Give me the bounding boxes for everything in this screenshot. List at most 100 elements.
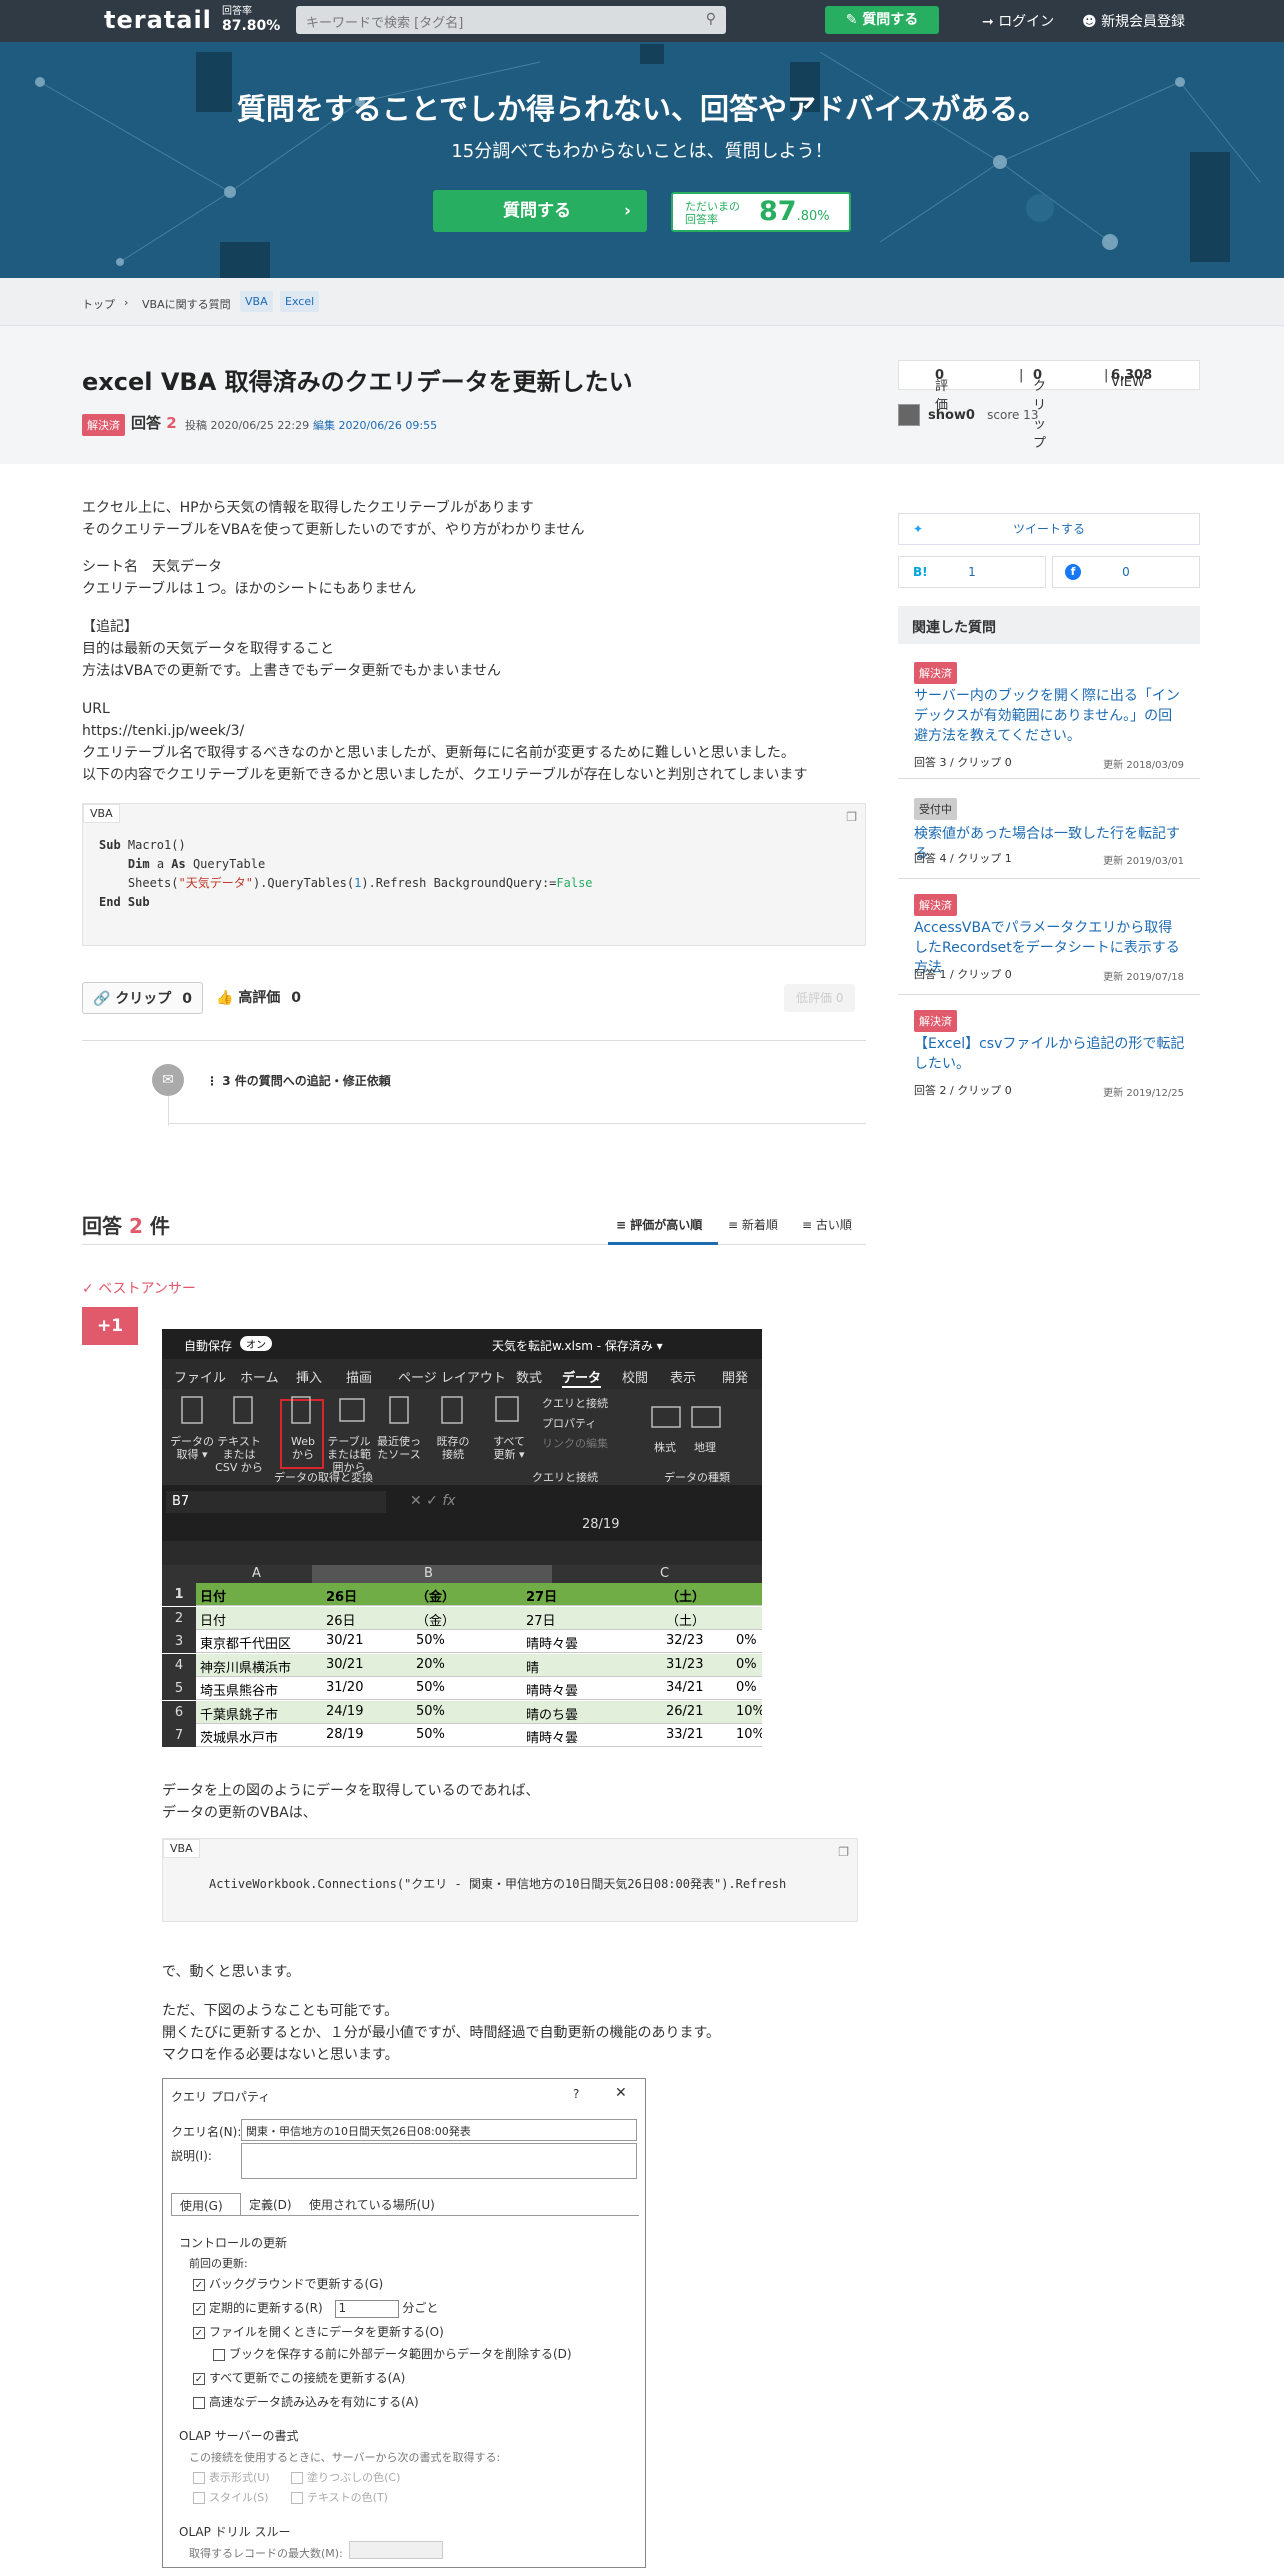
copy-icon[interactable]: ❐ — [846, 810, 857, 824]
row-header: 2 — [162, 1606, 196, 1630]
excel-cell: 0% — [736, 1656, 757, 1672]
close-icon[interactable]: ✕ — [615, 2085, 627, 2101]
downvote-button[interactable]: 低評価 0 — [784, 984, 856, 1012]
tweet-button[interactable]: ✦ ツイートする — [898, 513, 1200, 545]
vote-score[interactable]: +1 — [82, 1307, 138, 1345]
breadcrumb-top[interactable]: トップ — [82, 296, 115, 312]
related-question[interactable]: 受付中 検索値があった場合は一致した行を転記する 回答 4 / クリップ 1 更… — [898, 790, 1200, 870]
site-logo[interactable]: teratail — [104, 6, 212, 34]
edit-icon: ✎ — [845, 12, 858, 28]
hero-ask-button[interactable]: 質問する › — [433, 190, 647, 232]
excel-cell: （土） — [666, 1613, 706, 1629]
excel-cell: 50% — [416, 1633, 445, 1648]
search-icon[interactable]: ⚲ — [706, 11, 716, 27]
ask-question-button[interactable]: ✎ 質問する — [825, 6, 939, 34]
breadcrumb: トップ › VBAに関する質問 VBA Excel — [0, 278, 1284, 326]
sort-active-indicator — [608, 1242, 718, 1245]
excel-cell: 26日 — [326, 1613, 356, 1629]
related-question[interactable]: 解決済 AccessVBAでパラメータクエリから取得したRecordsetをデー… — [898, 888, 1200, 984]
question-body-line: URL — [82, 701, 110, 717]
refresh-on-open-checkbox[interactable]: ✓ ファイルを開くときにデータを更新する(O) — [193, 2323, 444, 2340]
login-icon: ➞ — [982, 14, 994, 30]
edited-date[interactable]: · 編集 2020/06/26 09:55 — [306, 417, 437, 433]
excel-cell: 27日 — [526, 1613, 556, 1629]
question-body-line: 以下の内容でクエリテーブルを更新できるかと思いましたが、クエリテーブルが存在しな… — [82, 767, 808, 783]
excel-cell: 茨城県水戸市 — [200, 1731, 279, 1746]
row-header: 6 — [162, 1700, 196, 1724]
description-field[interactable] — [241, 2143, 637, 2179]
row-header: 4 — [162, 1653, 196, 1677]
excel-cell: 26日 — [326, 1590, 358, 1605]
excel-cell: 晴 — [526, 1660, 540, 1676]
excel-screenshot: 自動保存 オン 天気を転記w.xlsm - 保存済み ▾ ファイル ホーム 挿入… — [162, 1329, 762, 1749]
tag-vba[interactable]: VBA — [240, 291, 273, 312]
question-code-block: VBA ❐ Sub Macro1() Dim a As QueryTable S… — [82, 803, 866, 946]
excel-cell: 晴時々曇 — [526, 1684, 579, 1699]
excel-cell: （土） — [666, 1590, 706, 1605]
excel-cell: 50% — [416, 1680, 445, 1695]
breadcrumb-separator: › — [124, 296, 129, 309]
related-question[interactable]: 解決済 サーバー内のブックを開く際に出る「インデックスが有効範囲にありません。」… — [898, 656, 1200, 774]
sort-by-oldest[interactable]: ≡ 古い順 — [802, 1216, 852, 1233]
tag-excel[interactable]: Excel — [280, 291, 320, 312]
excel-cell: 千葉県銚子市 — [200, 1707, 279, 1723]
twitter-icon: ✦ — [913, 522, 924, 536]
comment-icon: ✉ — [152, 1064, 184, 1096]
question-url[interactable]: https://tenki.jp/week/3/ — [82, 720, 244, 742]
login-link[interactable]: ➞ ログイン — [982, 11, 1054, 31]
user-avatar[interactable] — [898, 404, 920, 426]
query-properties-dialog: クエリ プロパティ ? ✕ クエリ名(N): 関東・甲信地方の10日間天気26日… — [162, 2078, 646, 2568]
excel-cell: 50% — [416, 1703, 445, 1719]
answer-text-line: 開くたびに更新するとか、１分が最小値ですが、時間経過で自動更新の機能のあります。 — [162, 2025, 721, 2041]
interval-stepper[interactable]: 1 — [334, 2299, 399, 2318]
hatena-button[interactable]: B! 1 — [898, 556, 1046, 588]
user-name[interactable]: show0 score 13 — [928, 408, 1038, 423]
tab-usage[interactable]: 使用(G) — [171, 2193, 241, 2215]
question-body-line: シート名 天気データ — [82, 559, 222, 575]
related-questions-title: 関連した質問 — [898, 606, 1200, 644]
copy-icon[interactable]: ❐ — [838, 1845, 849, 1859]
remove-data-checkbox[interactable]: ブックを保存する前に外部データ範囲からデータを削除する(D) — [213, 2345, 572, 2362]
tab-used-in[interactable]: 使用されている場所(U) — [309, 2196, 435, 2213]
search-input[interactable]: キーワードで検索 [タグ名] ⚲ — [296, 6, 726, 34]
code-language-label: VBA — [83, 804, 120, 823]
excel-cell: 33/21 — [666, 1727, 704, 1742]
question-body-line: エクセル上に、HPから天気の情報を取得したクエリテーブルがあります — [82, 500, 534, 516]
query-name-field[interactable]: 関東・甲信地方の10日間天気26日08:00発表 — [241, 2119, 637, 2141]
refresh-all-checkbox[interactable]: ✓ すべて更新でこの接続を更新する(A) — [193, 2369, 405, 2386]
excel-cell: 晴時々曇 — [526, 1637, 579, 1652]
excel-cell: 32/23 — [666, 1633, 704, 1648]
posted-date: 投稿 2020/06/25 22:29 — [185, 419, 310, 432]
hero-subtitle: 15分調べてもわからないことは、質問しよう！ — [451, 141, 833, 162]
excel-row: 1 日付 26日 （金） 27日 （土） — [162, 1583, 762, 1606]
tab-definition[interactable]: 定義(D) — [249, 2196, 292, 2213]
question-body-line: クエリテーブル名で取得するべきなのかと思いましたが、更新毎にに名前が変更するため… — [82, 745, 795, 761]
fast-load-checkbox[interactable]: 高速なデータ読み込みを有効にする(A) — [193, 2393, 419, 2410]
signup-link[interactable]: ☻ 新規会員登録 — [1082, 11, 1185, 31]
best-answer-label: ✓ ベストアンサー — [82, 1281, 196, 1297]
sort-by-newest[interactable]: ≡ 新着順 — [728, 1216, 778, 1233]
excel-row: 2 日付 26日 （金） 27日 （土） — [162, 1606, 762, 1630]
status-badge: 解決済 — [82, 414, 125, 436]
excel-cell: 34/21 — [666, 1680, 704, 1695]
upvote-button[interactable]: 👍 高評価 0 — [216, 982, 301, 1014]
help-icon[interactable]: ? — [573, 2087, 579, 2101]
periodic-refresh-checkbox[interactable]: ✓ 定期的に更新する(R) 1 分ごと — [193, 2299, 438, 2318]
hatena-icon: B! — [913, 565, 928, 579]
background-refresh-checkbox[interactable]: ✓ バックグラウンドで更新する(G) — [193, 2275, 383, 2292]
facebook-button[interactable]: f0 — [1052, 556, 1200, 588]
sort-by-votes[interactable]: ≡ 評価が高い順 — [616, 1216, 702, 1233]
answer-text-line: で、動くと思います。 — [162, 1964, 301, 1980]
hero-answer-rate: ただいまの 回答率 87.80% — [671, 192, 851, 232]
answer-text-line: マクロを作る必要はないと思います。 — [162, 2047, 399, 2063]
clip-button[interactable]: 🔗 クリップ 0 — [82, 982, 203, 1014]
breadcrumb-category[interactable]: VBAに関する質問 — [142, 296, 231, 312]
question-body-line: 【追記】 — [82, 619, 138, 635]
excel-cell: 31/20 — [326, 1680, 364, 1695]
comment-toggle[interactable]: ⋮ 3 件の質問への追記・修正依頼 — [206, 1072, 391, 1089]
excel-cell: 晴のち曇 — [526, 1707, 579, 1723]
related-question[interactable]: 解決済 【Excel】csvファイルから追記の形で転記したい。 回答 2 / ク… — [898, 1004, 1200, 1100]
question-body-line: 方法はVBAでの更新です。上書きでもデータ更新でもかまいません — [82, 663, 501, 679]
excel-cell: 10% — [736, 1703, 762, 1719]
excel-cell: 28/19 — [326, 1727, 364, 1742]
